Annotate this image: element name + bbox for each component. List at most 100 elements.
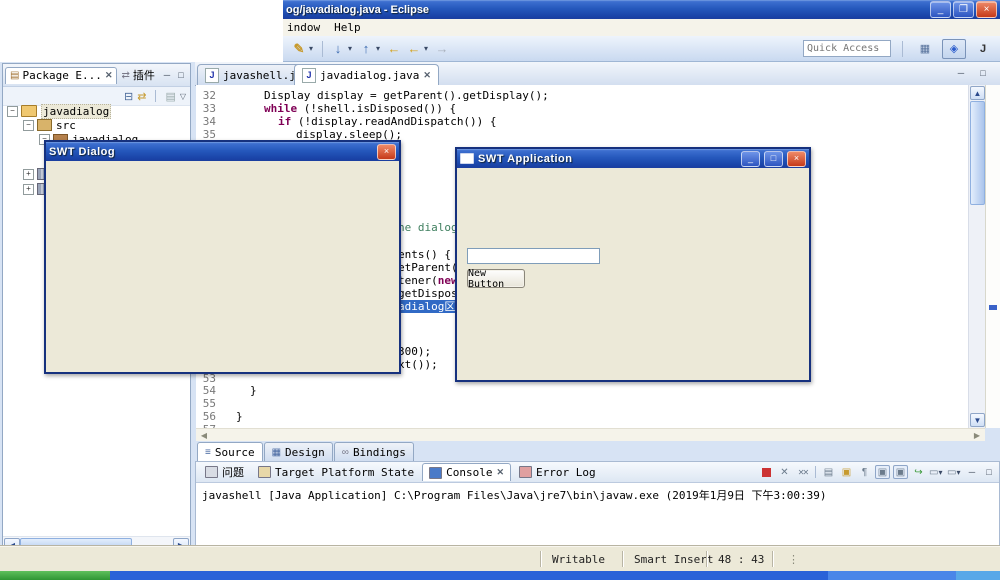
- desktop-corner: [0, 0, 283, 62]
- remove-launch-icon[interactable]: ✕: [777, 465, 792, 479]
- swt-application-window[interactable]: SWT Application _ □ × New Button: [455, 147, 811, 382]
- error-log-icon: [519, 466, 532, 478]
- code-line: 54}: [196, 384, 968, 397]
- open-perspective-icon[interactable]: ▦: [914, 40, 936, 58]
- scroll-up-icon[interactable]: ▲: [970, 86, 985, 100]
- link-with-editor-icon[interactable]: ⇄: [137, 90, 146, 103]
- chevron-down-icon[interactable]: ▾: [348, 44, 356, 53]
- new-console-icon[interactable]: ▭▾: [947, 465, 962, 479]
- scroll-right-icon[interactable]: ▶: [971, 430, 983, 441]
- pin-console-icon[interactable]: ▣: [875, 465, 890, 479]
- expand-icon[interactable]: +: [23, 184, 34, 195]
- tree-item[interactable]: − src: [23, 118, 76, 132]
- tab-error-log[interactable]: Error Log: [513, 464, 602, 481]
- javaee-perspective-icon[interactable]: J: [972, 40, 994, 58]
- maximize-view-icon[interactable]: □: [976, 68, 990, 78]
- code-line: 56}: [196, 410, 968, 423]
- minimize-view-icon[interactable]: ─: [965, 467, 979, 477]
- tree-item-label[interactable]: javadialog: [41, 104, 111, 119]
- collapse-icon[interactable]: −: [7, 106, 18, 117]
- maximize-view-icon[interactable]: □: [174, 70, 188, 80]
- taskbar-tray[interactable]: [956, 571, 1000, 580]
- chevron-down-icon[interactable]: ▾: [424, 44, 432, 53]
- tab-source[interactable]: ≡ Source: [197, 442, 263, 461]
- minimize-button[interactable]: _: [930, 1, 951, 18]
- taskbar-task[interactable]: [828, 571, 956, 580]
- import-icon[interactable]: ↓: [328, 40, 348, 58]
- word-wrap-icon[interactable]: ¶: [857, 465, 872, 479]
- tab-plugins[interactable]: ⇄ 插件: [117, 67, 158, 84]
- nav-forward-icon[interactable]: →: [432, 40, 452, 58]
- chevron-down-icon[interactable]: ▾: [309, 44, 317, 53]
- restore-button[interactable]: ❐: [953, 1, 974, 18]
- tree-item[interactable]: − javadialog: [7, 104, 111, 118]
- scroll-lock-icon[interactable]: ▣: [839, 465, 854, 479]
- menu-window[interactable]: indow: [287, 21, 320, 34]
- open-console-link-icon[interactable]: ↪: [911, 465, 926, 479]
- minimize-view-icon[interactable]: ─: [954, 68, 968, 78]
- close-icon[interactable]: ✕: [496, 467, 504, 478]
- show-output-icon[interactable]: ▣: [893, 465, 908, 479]
- display-console-icon[interactable]: ▭▾: [929, 465, 944, 479]
- overview-ruler[interactable]: [985, 85, 1000, 428]
- quick-access-input[interactable]: [803, 40, 891, 57]
- maximize-view-icon[interactable]: □: [982, 467, 996, 477]
- export-icon[interactable]: ↑: [356, 40, 376, 58]
- statusbar: Writable Smart Insert 48 : 43 ⋮: [0, 546, 1000, 572]
- tab-console[interactable]: Console ✕: [422, 463, 511, 481]
- console-toolbar: ✕ ✕✕ ▤ ▣ ¶ ▣ ▣ ↪ ▭▾ ▭▾ ─ □: [759, 465, 996, 479]
- statusbar-overflow-icon[interactable]: ⋮: [788, 553, 799, 566]
- taskbar[interactable]: [0, 571, 1000, 580]
- tab-label: 插件: [133, 67, 155, 83]
- minimize-button[interactable]: _: [741, 151, 760, 167]
- tab-bindings[interactable]: ∞ Bindings: [334, 442, 414, 461]
- swt-application-body: New Button: [457, 168, 809, 380]
- view-menu-icon[interactable]: ▽: [180, 92, 186, 101]
- collapse-all-icon[interactable]: ⊟: [124, 90, 133, 103]
- close-icon[interactable]: ✕: [423, 70, 431, 81]
- tab-design[interactable]: ▦ Design: [264, 442, 333, 461]
- close-icon[interactable]: ✕: [105, 70, 113, 81]
- scroll-left-icon[interactable]: ◀: [198, 430, 210, 441]
- swt-application-titlebar[interactable]: SWT Application _ □ ×: [457, 149, 809, 168]
- collapse-icon[interactable]: −: [23, 120, 34, 131]
- minimize-view-icon[interactable]: ─: [160, 70, 174, 80]
- chevron-down-icon[interactable]: ▾: [376, 44, 384, 53]
- cursor-position[interactable]: 48 : 43: [718, 553, 764, 566]
- tab-package-explorer[interactable]: ▤ Package E... ✕: [5, 67, 117, 84]
- wand-icon[interactable]: ✎: [289, 40, 309, 58]
- filters-icon[interactable]: ▤: [165, 90, 175, 103]
- tree-item-label[interactable]: src: [56, 119, 76, 132]
- tab-label: 问题: [222, 464, 244, 480]
- window-title: og/javadialog.java - Eclipse: [286, 4, 928, 16]
- new-button[interactable]: New Button: [467, 269, 525, 288]
- scroll-down-icon[interactable]: ▼: [970, 413, 985, 427]
- swt-dialog-window[interactable]: SWT Dialog ×: [44, 140, 401, 374]
- swt-dialog-titlebar[interactable]: SWT Dialog ×: [46, 142, 399, 161]
- editor-tabbar: J javashell.java J javadialog.java ✕: [195, 62, 1000, 86]
- app-text-input[interactable]: [467, 248, 600, 264]
- plugins-icon: ⇄: [121, 70, 129, 81]
- clear-console-icon[interactable]: ▤: [821, 465, 836, 479]
- start-button[interactable]: [0, 571, 110, 580]
- close-button[interactable]: ×: [976, 1, 997, 18]
- tab-javadialog[interactable]: J javadialog.java ✕: [294, 64, 439, 85]
- close-button[interactable]: ×: [377, 144, 396, 160]
- java-perspective-icon[interactable]: ◈: [942, 39, 966, 59]
- remove-all-launches-icon[interactable]: ✕✕: [795, 465, 810, 479]
- close-button[interactable]: ×: [787, 151, 806, 167]
- nav-back-icon[interactable]: ←: [384, 40, 404, 58]
- occurrence-marker[interactable]: [989, 305, 997, 310]
- scrollbar-thumb[interactable]: [970, 101, 985, 205]
- terminate-icon[interactable]: [759, 465, 774, 479]
- tab-problems[interactable]: 问题: [199, 464, 250, 481]
- expand-icon[interactable]: +: [23, 169, 34, 180]
- nav-back-history-icon[interactable]: ←: [404, 40, 424, 58]
- editor-vscrollbar[interactable]: ▲ ▼: [968, 85, 985, 428]
- editor-hscrollbar[interactable]: ◀ ▶: [196, 428, 985, 442]
- main-toolbar: ✎▾ ↓▾ ↑▾ ← ←▾ → ▦ ◈ J: [283, 36, 1000, 62]
- menu-help[interactable]: Help: [334, 21, 361, 34]
- editor-minmax: ─ □: [930, 64, 990, 82]
- maximize-button[interactable]: □: [764, 151, 783, 167]
- tab-target-platform[interactable]: Target Platform State: [252, 464, 420, 481]
